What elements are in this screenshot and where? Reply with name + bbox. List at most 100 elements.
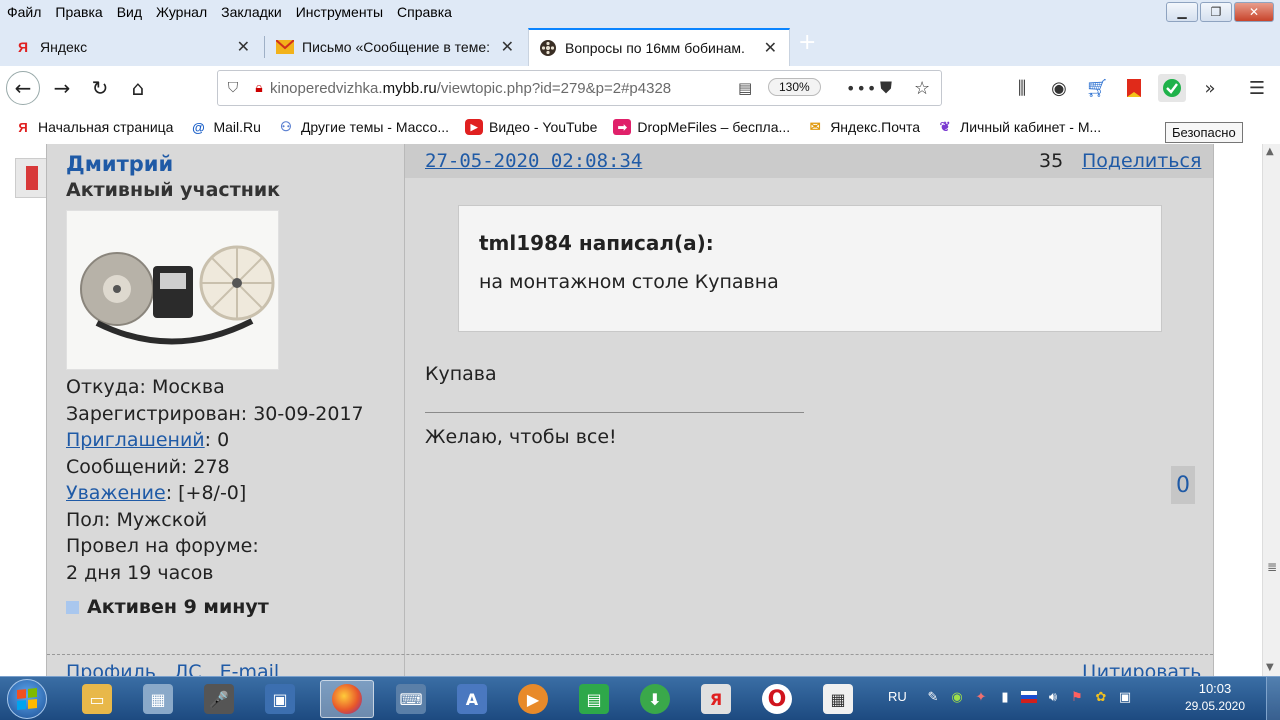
zoom-level[interactable]: 130% (768, 78, 821, 96)
minimize-icon: ▁ (1177, 5, 1187, 19)
menu-edit[interactable]: Правка (48, 4, 109, 20)
side-bookmark-tag[interactable] (15, 158, 49, 198)
new-tab-button[interactable]: + (798, 30, 816, 55)
tab-yandex[interactable]: Я Яндекс ✕ (4, 28, 262, 66)
pm-link[interactable]: ЛС (174, 661, 202, 676)
taskbar-wordpad[interactable]: A (445, 680, 499, 718)
menu-help[interactable]: Справка (390, 4, 459, 20)
bookmark-start-page[interactable]: Я Начальная страница (14, 119, 173, 135)
respect-link[interactable]: Уважение (66, 482, 166, 504)
safe-check-icon[interactable] (1158, 74, 1186, 102)
feather-icon[interactable]: ✎ (924, 688, 942, 706)
russian-flag-icon[interactable] (1020, 688, 1038, 706)
taskbar-yandex-browser[interactable]: Я (689, 680, 743, 718)
taskbar-firefox[interactable] (320, 680, 374, 718)
author-location: Откуда: Москва (66, 376, 225, 398)
forward-button[interactable]: → (46, 72, 78, 104)
green-app-icon[interactable]: ◉ (948, 688, 966, 706)
bookmark-dropmefiles[interactable]: ➡ DropMeFiles – бесплa... (613, 119, 790, 135)
bookmark-personal-cabinet[interactable]: ❦ Личный кабинет - М... (936, 119, 1102, 135)
url-text[interactable]: kinoperedvizhka.mybb.ru/viewtopic.php?id… (270, 80, 671, 97)
back-button[interactable]: ← (6, 71, 40, 105)
email-link[interactable]: E-mail (220, 661, 280, 676)
network-icon[interactable]: ▣ (1116, 688, 1134, 706)
red-app-icon[interactable]: ✦ (972, 688, 990, 706)
avatar-right-reel (199, 245, 275, 321)
overflow-chevron-icon[interactable]: » (1196, 74, 1224, 102)
restore-icon: ❐ (1210, 5, 1222, 19)
menu-file[interactable]: Файл (0, 4, 48, 20)
reload-button[interactable]: ↻ (84, 72, 116, 104)
post-body-panel: 27-05-2020 02:08:34 35 Поделиться tml198… (405, 144, 1213, 676)
bookmark-youtube[interactable]: ▶ Видео - YouTube (465, 119, 597, 135)
taskbar-opera[interactable]: O (750, 680, 804, 718)
battery-icon[interactable]: ▮ (996, 688, 1014, 706)
cart-icon[interactable]: 🛒︎ (1083, 74, 1111, 102)
profile-link[interactable]: Профиль (66, 661, 156, 676)
volume-icon[interactable]: 🔊︎ (1044, 688, 1062, 706)
bookmark-label: Другие темы - Массо... (300, 119, 450, 135)
close-window-button[interactable]: ✕ (1234, 2, 1274, 22)
keyboard-icon: ⌨ (396, 684, 426, 714)
shield-icon[interactable]: ⛉ (218, 80, 248, 96)
arrow-left-icon: ← (14, 76, 32, 100)
show-desktop-button[interactable] (1266, 677, 1280, 720)
taskbar-keyboard[interactable]: ⌨ (384, 680, 438, 718)
taskbar-explorer[interactable]: ▭ (70, 680, 124, 718)
menu-view[interactable]: Вид (110, 4, 149, 20)
menu-tools[interactable]: Инструменты (289, 4, 390, 20)
page-scrollbar[interactable]: ▲ ≣ ▼ (1262, 144, 1280, 676)
bookmark-mailru[interactable]: @ Mail.Ru (189, 119, 261, 135)
clock[interactable]: 10:03 29.05.2020 (1170, 681, 1260, 713)
url-bar[interactable]: ⛉ 🔒︎ kinoperedvizhka.mybb.ru/viewtopic.p… (217, 70, 942, 106)
library-icon[interactable]: ⫼ (1008, 74, 1036, 102)
bookmark-flag-icon[interactable] (1120, 74, 1148, 102)
author-name[interactable]: Дмитрий (66, 152, 173, 176)
reload-icon: ↻ (91, 76, 109, 100)
tab-close-icon[interactable]: ✕ (237, 37, 250, 57)
post-date-link[interactable]: 27-05-2020 02:08:34 (425, 150, 642, 172)
author-rank: Активный участник (66, 179, 281, 201)
home-button[interactable]: ⌂ (122, 72, 154, 104)
taskbar-microphone[interactable]: 🎤 (192, 680, 246, 718)
restore-button[interactable]: ❐ (1200, 2, 1232, 22)
invites-link[interactable]: Приглашений (66, 429, 205, 451)
quote-author: tml1984 написал(а): (479, 231, 714, 255)
network-error-icon[interactable]: ⚑ (1068, 688, 1086, 706)
taskbar-calendar[interactable]: ▦ (811, 680, 865, 718)
taskbar-calculator[interactable]: ▦ (131, 680, 185, 718)
tab-active-topic[interactable]: Вопросы по 16мм бобинам. ✕ (528, 28, 790, 66)
start-button[interactable] (7, 679, 47, 719)
minimize-button[interactable]: ▁ (1166, 2, 1198, 22)
post-footer-links: Профиль ЛС E-mail (66, 661, 291, 676)
scroll-grip-icon[interactable]: ≣ (1265, 560, 1279, 580)
pocket-icon[interactable]: ⛊ (880, 78, 892, 98)
taskbar-media-player[interactable]: ▶ (506, 680, 560, 718)
reader-view-icon[interactable]: ▤ (738, 79, 752, 97)
star-icon[interactable]: ☆ (914, 78, 930, 99)
scroll-up-icon[interactable]: ▲ (1266, 146, 1274, 157)
tab-close-icon[interactable]: ✕ (764, 38, 777, 58)
tab-mail[interactable]: Письмо «Сообщение в теме: ✕ (266, 28, 526, 66)
bookmark-other-topics[interactable]: ⚇ Другие темы - Массо... (277, 119, 449, 135)
menu-bookmarks[interactable]: Закладки (214, 4, 289, 20)
taskbar-spreadsheet[interactable]: ▤ (567, 680, 621, 718)
input-language[interactable]: RU (888, 689, 907, 704)
account-icon[interactable]: ◉ (1045, 74, 1073, 102)
author-invites: Приглашений: 0 (66, 429, 229, 451)
scroll-down-icon[interactable]: ▼ (1266, 662, 1274, 673)
mailru-icon: @ (192, 119, 205, 135)
hamburger-menu-icon[interactable]: ☰ (1243, 74, 1271, 102)
taskbar-monitor[interactable]: ▣ (253, 680, 307, 718)
avatar (66, 210, 279, 370)
menu-history[interactable]: Журнал (149, 4, 214, 20)
post-rating[interactable]: 0 (1171, 466, 1195, 504)
flower-app-icon[interactable]: ✿ (1092, 688, 1110, 706)
taskbar-download[interactable]: ⬇ (628, 680, 682, 718)
insecure-lock-icon[interactable]: 🔒︎ (248, 80, 270, 96)
share-link[interactable]: Поделиться (1082, 150, 1201, 172)
quote-link[interactable]: Цитировать (1082, 661, 1201, 676)
page-actions-icon[interactable]: ••• (846, 79, 877, 98)
bookmark-yandex-mail[interactable]: ✉ Яндекс.Почта (806, 119, 920, 135)
tab-close-icon[interactable]: ✕ (501, 37, 514, 57)
